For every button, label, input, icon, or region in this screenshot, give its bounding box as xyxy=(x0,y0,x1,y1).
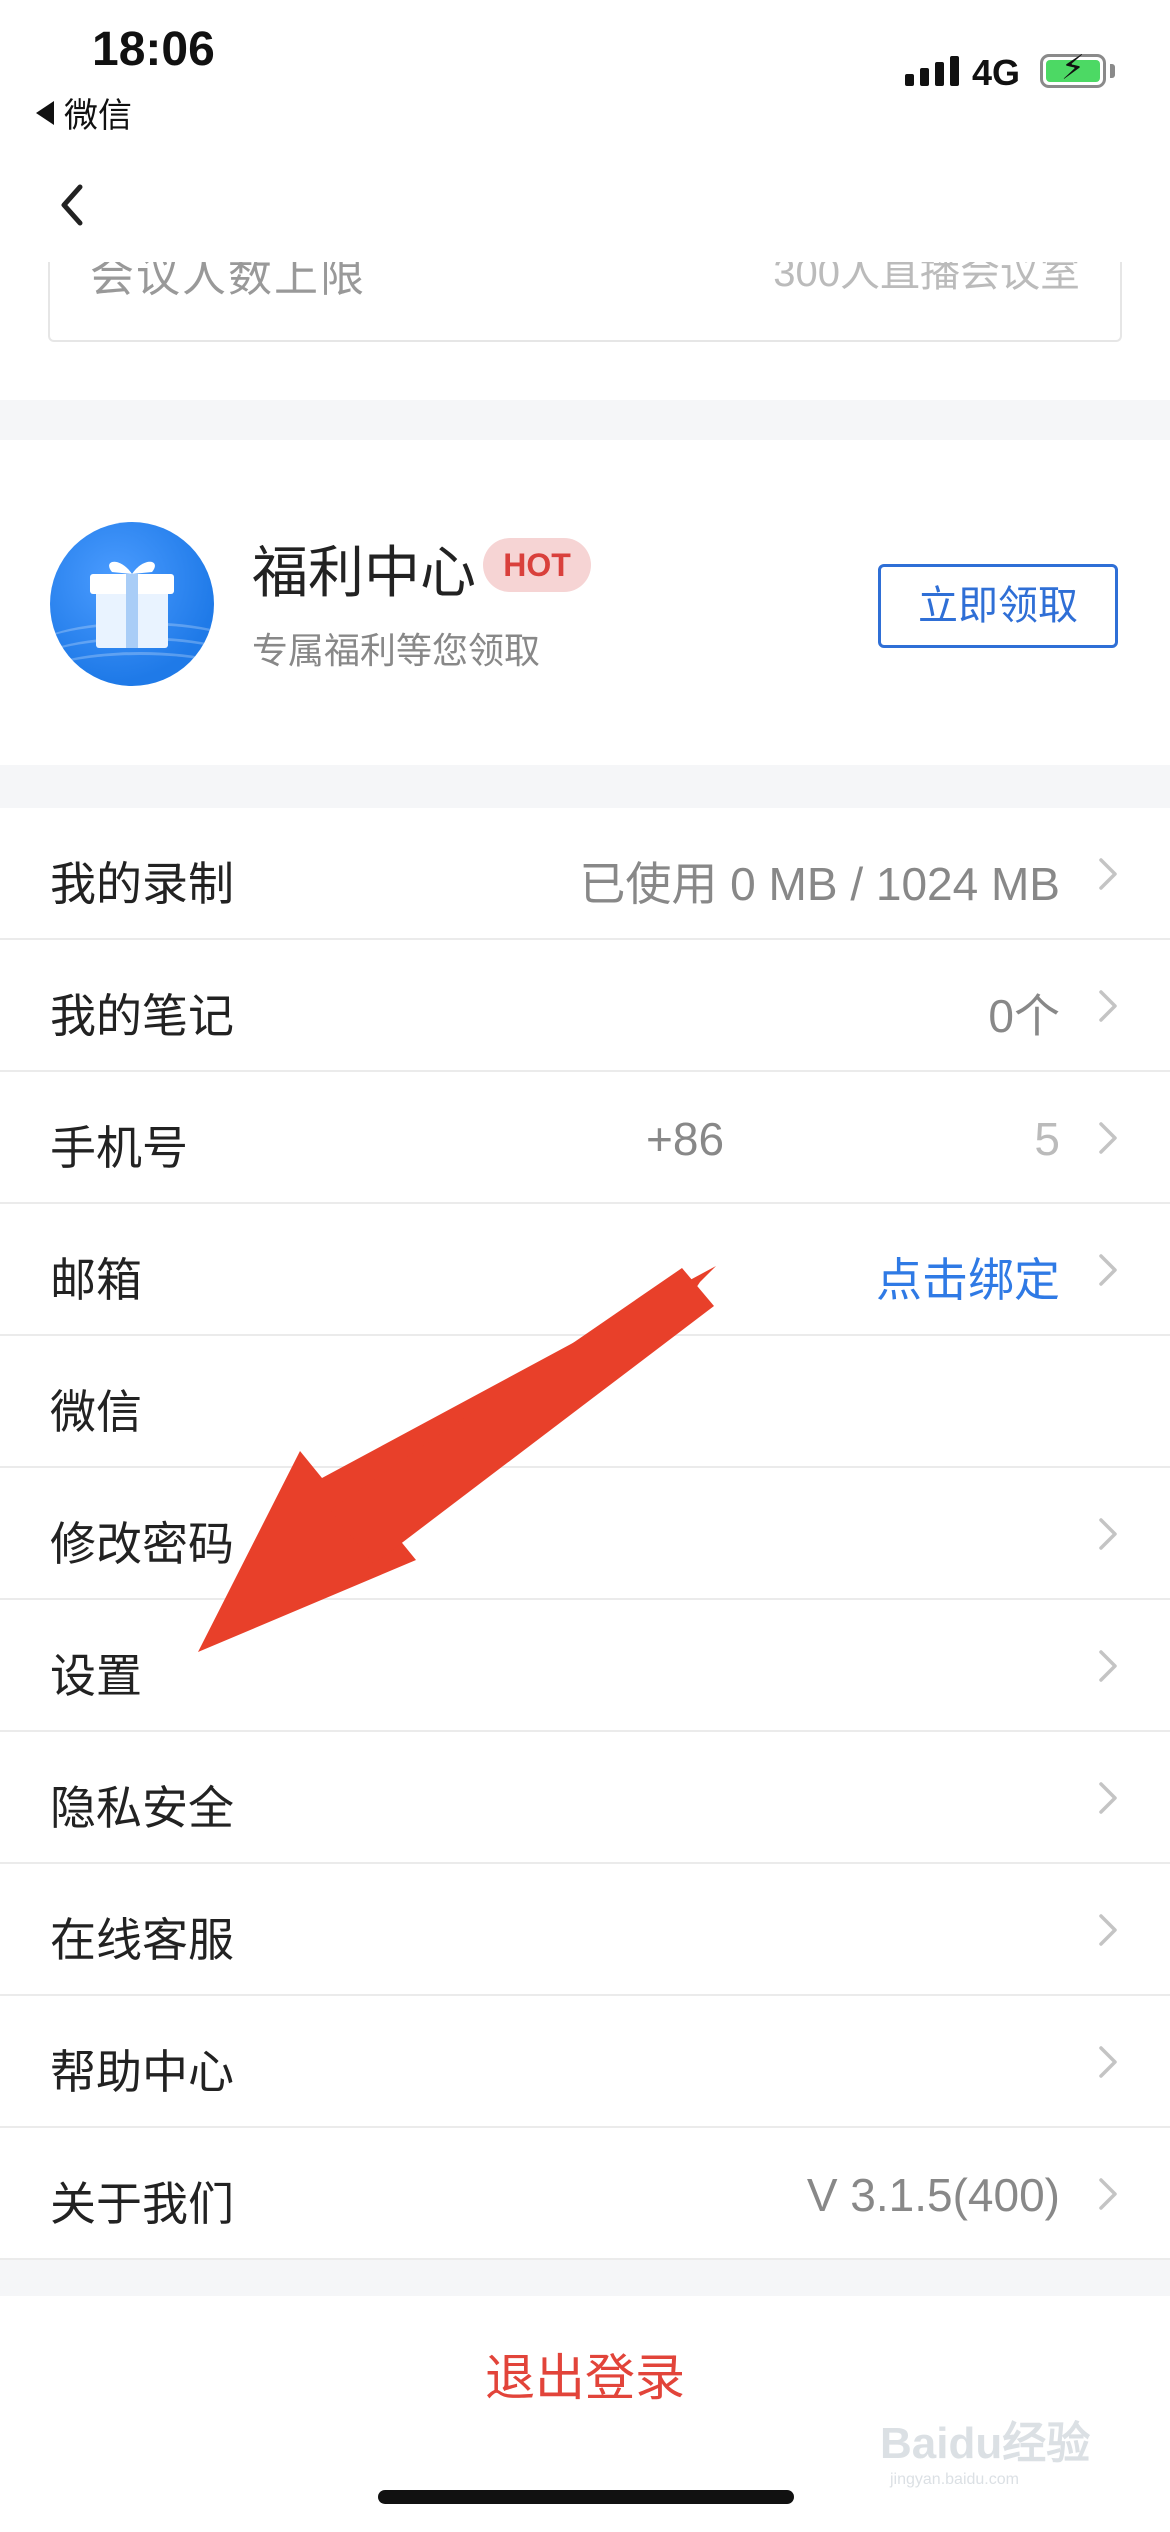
chevron-right-icon xyxy=(1099,1650,1117,1682)
settings-menu-list: 我的录制 已使用 0 MB / 1024 MB 我的笔记 0个 手机号 +86 … xyxy=(0,808,1170,2260)
menu-item-label: 邮箱 xyxy=(50,1254,142,1306)
section-divider xyxy=(0,400,1170,440)
baidu-jingyan-watermark: Baidu经验 jingyan.baidu.com xyxy=(880,2419,1090,2488)
bind-email-link[interactable]: 点击绑定 xyxy=(876,1244,1060,1310)
menu-item-label: 设置 xyxy=(50,1650,142,1702)
chevron-right-icon xyxy=(1099,2046,1117,2078)
partial-info-card: 会议人数上限 300人直播会议室 xyxy=(48,262,1122,342)
menu-item-label: 在线客服 xyxy=(50,1914,234,1966)
watermark-text: Baidu经验 xyxy=(880,2419,1090,2468)
chevron-right-icon xyxy=(1099,858,1117,890)
back-to-app-link[interactable]: 微信 xyxy=(36,88,132,137)
menu-item-customer-service[interactable]: 在线客服 xyxy=(0,1864,1170,1996)
menu-item-label: 我的录制 xyxy=(50,858,234,910)
hot-badge: HOT xyxy=(483,538,591,592)
menu-item-label: 修改密码 xyxy=(50,1518,234,1570)
back-triangle-icon xyxy=(36,100,54,125)
welfare-center-card[interactable]: 福利中心 HOT 专属福利等您领取 立即领取 xyxy=(0,440,1170,765)
phone-country-code: +86 xyxy=(646,1113,725,1165)
home-indicator xyxy=(378,2490,794,2504)
chevron-right-icon xyxy=(1099,1518,1117,1550)
back-app-label: 微信 xyxy=(64,97,132,135)
menu-item-about[interactable]: 关于我们 V 3.1.5(400) xyxy=(0,2128,1170,2260)
chevron-right-icon xyxy=(1099,1782,1117,1814)
menu-item-label: 我的笔记 xyxy=(50,990,234,1042)
section-divider xyxy=(0,765,1170,808)
menu-item-recordings[interactable]: 我的录制 已使用 0 MB / 1024 MB xyxy=(0,808,1170,940)
status-bar: 18:06 微信 4G ⚡ xyxy=(0,0,1170,140)
menu-item-notes[interactable]: 我的笔记 0个 xyxy=(0,940,1170,1072)
section-divider xyxy=(0,2260,1170,2296)
welfare-title: 福利中心 xyxy=(252,541,476,604)
claim-now-button[interactable]: 立即领取 xyxy=(878,564,1118,648)
menu-item-label: 隐私安全 xyxy=(50,1782,234,1834)
chevron-right-icon xyxy=(1099,1254,1117,1286)
menu-item-value: 已使用 0 MB / 1024 MB xyxy=(579,858,1060,910)
menu-item-label: 手机号 xyxy=(50,1122,188,1174)
welfare-subtitle: 专属福利等您领取 xyxy=(252,630,541,671)
app-version: V 3.1.5(400) xyxy=(806,2169,1060,2221)
battery-icon: ⚡ xyxy=(1040,49,1106,88)
menu-item-settings[interactable]: 设置 xyxy=(0,1600,1170,1732)
status-time: 18:06 xyxy=(92,23,215,76)
menu-item-value: 0个 xyxy=(988,990,1060,1042)
partial-card-right-text: 300人直播会议室 xyxy=(773,262,1080,295)
back-chevron-icon[interactable] xyxy=(50,175,100,235)
menu-item-label: 微信 xyxy=(50,1386,142,1438)
logout-label: 退出登录 xyxy=(485,2350,685,2406)
gift-icon xyxy=(50,522,214,686)
phone-number-tail: 5 xyxy=(1034,1113,1060,1165)
menu-item-change-password[interactable]: 修改密码 xyxy=(0,1468,1170,1600)
menu-item-email[interactable]: 邮箱 点击绑定 xyxy=(0,1204,1170,1336)
partial-card-left-text: 会议人数上限 xyxy=(90,262,366,301)
menu-item-help-center[interactable]: 帮助中心 xyxy=(0,1996,1170,2128)
battery-tip xyxy=(1110,64,1115,78)
signal-strength-icon xyxy=(905,56,959,86)
menu-item-label: 关于我们 xyxy=(50,2178,234,2230)
menu-item-label: 帮助中心 xyxy=(50,2046,234,2098)
menu-item-wechat[interactable]: 微信 xyxy=(0,1336,1170,1468)
chevron-right-icon xyxy=(1099,1914,1117,1946)
charging-bolt-icon: ⚡ xyxy=(1061,49,1085,87)
network-type: 4G xyxy=(972,52,1021,93)
page: 18:06 微信 4G ⚡ 会议人数上限 300人直播会议室 福利中心 HOT … xyxy=(0,0,1170,2532)
chevron-right-icon xyxy=(1099,2178,1117,2210)
chevron-right-icon xyxy=(1099,990,1117,1022)
menu-item-privacy[interactable]: 隐私安全 xyxy=(0,1732,1170,1864)
menu-item-phone[interactable]: 手机号 +86 5 xyxy=(0,1072,1170,1204)
chevron-right-icon xyxy=(1099,1122,1117,1154)
watermark-subtext: jingyan.baidu.com xyxy=(889,2471,1019,2488)
